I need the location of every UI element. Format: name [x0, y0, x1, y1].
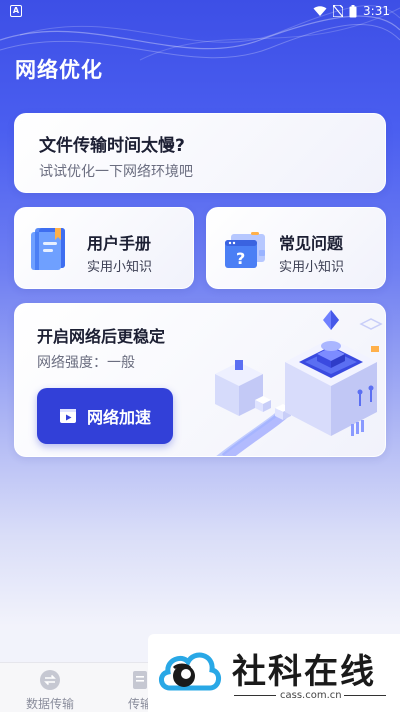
watermark-name: 社科在线: [232, 652, 376, 692]
user-manual-subtitle: 实用小知识: [87, 260, 153, 275]
slow-card-subtitle: 试试优化一下网络环境吧: [39, 164, 193, 180]
status-bar: A 3:31: [0, 0, 400, 24]
book-icon: [31, 228, 65, 270]
page-title: 网络优化: [15, 58, 103, 82]
cloud-eye-logo-icon: [159, 652, 221, 691]
user-manual-title: 用户手册: [87, 234, 152, 253]
nav-data-transfer[interactable]: 数据传输: [10, 669, 90, 712]
faq-subtitle: 实用小知识: [279, 260, 345, 275]
wifi-icon: [313, 6, 327, 16]
network-boost-button[interactable]: 网络加速: [37, 388, 173, 444]
nav-data-transfer-label: 数据传输: [25, 697, 74, 711]
network-boost-label: 网络加速: [86, 408, 151, 427]
faq-title: 常见问题: [279, 234, 344, 253]
transfer-icon: [40, 670, 60, 690]
clock: 3:31: [363, 4, 390, 18]
battery-icon: [349, 4, 357, 17]
network-strength: 网络强度：一般: [37, 355, 135, 371]
no-sim-icon: [333, 5, 344, 17]
watermark-logo: 社科在线 cass.com.cn: [148, 634, 400, 712]
slow-card-title: 文件传输时间太慢?: [39, 136, 185, 156]
faq-card[interactable]: ? 常见问题 实用小知识: [206, 207, 386, 289]
notification-badge: A: [10, 5, 22, 17]
network-server-illustration: [215, 310, 383, 456]
user-manual-card[interactable]: 用户手册 实用小知识: [14, 207, 194, 289]
slow-transfer-card[interactable]: 文件传输时间太慢? 试试优化一下网络环境吧: [14, 113, 386, 193]
svg-text:?: ?: [236, 249, 245, 268]
play-icon: [59, 409, 76, 423]
question-window-icon: ?: [225, 232, 265, 268]
network-card-title: 开启网络后更稳定: [37, 327, 166, 346]
watermark-url: cass.com.cn: [280, 690, 342, 701]
network-status-card: 开启网络后更稳定 网络强度：一般 网络加速: [14, 303, 386, 457]
